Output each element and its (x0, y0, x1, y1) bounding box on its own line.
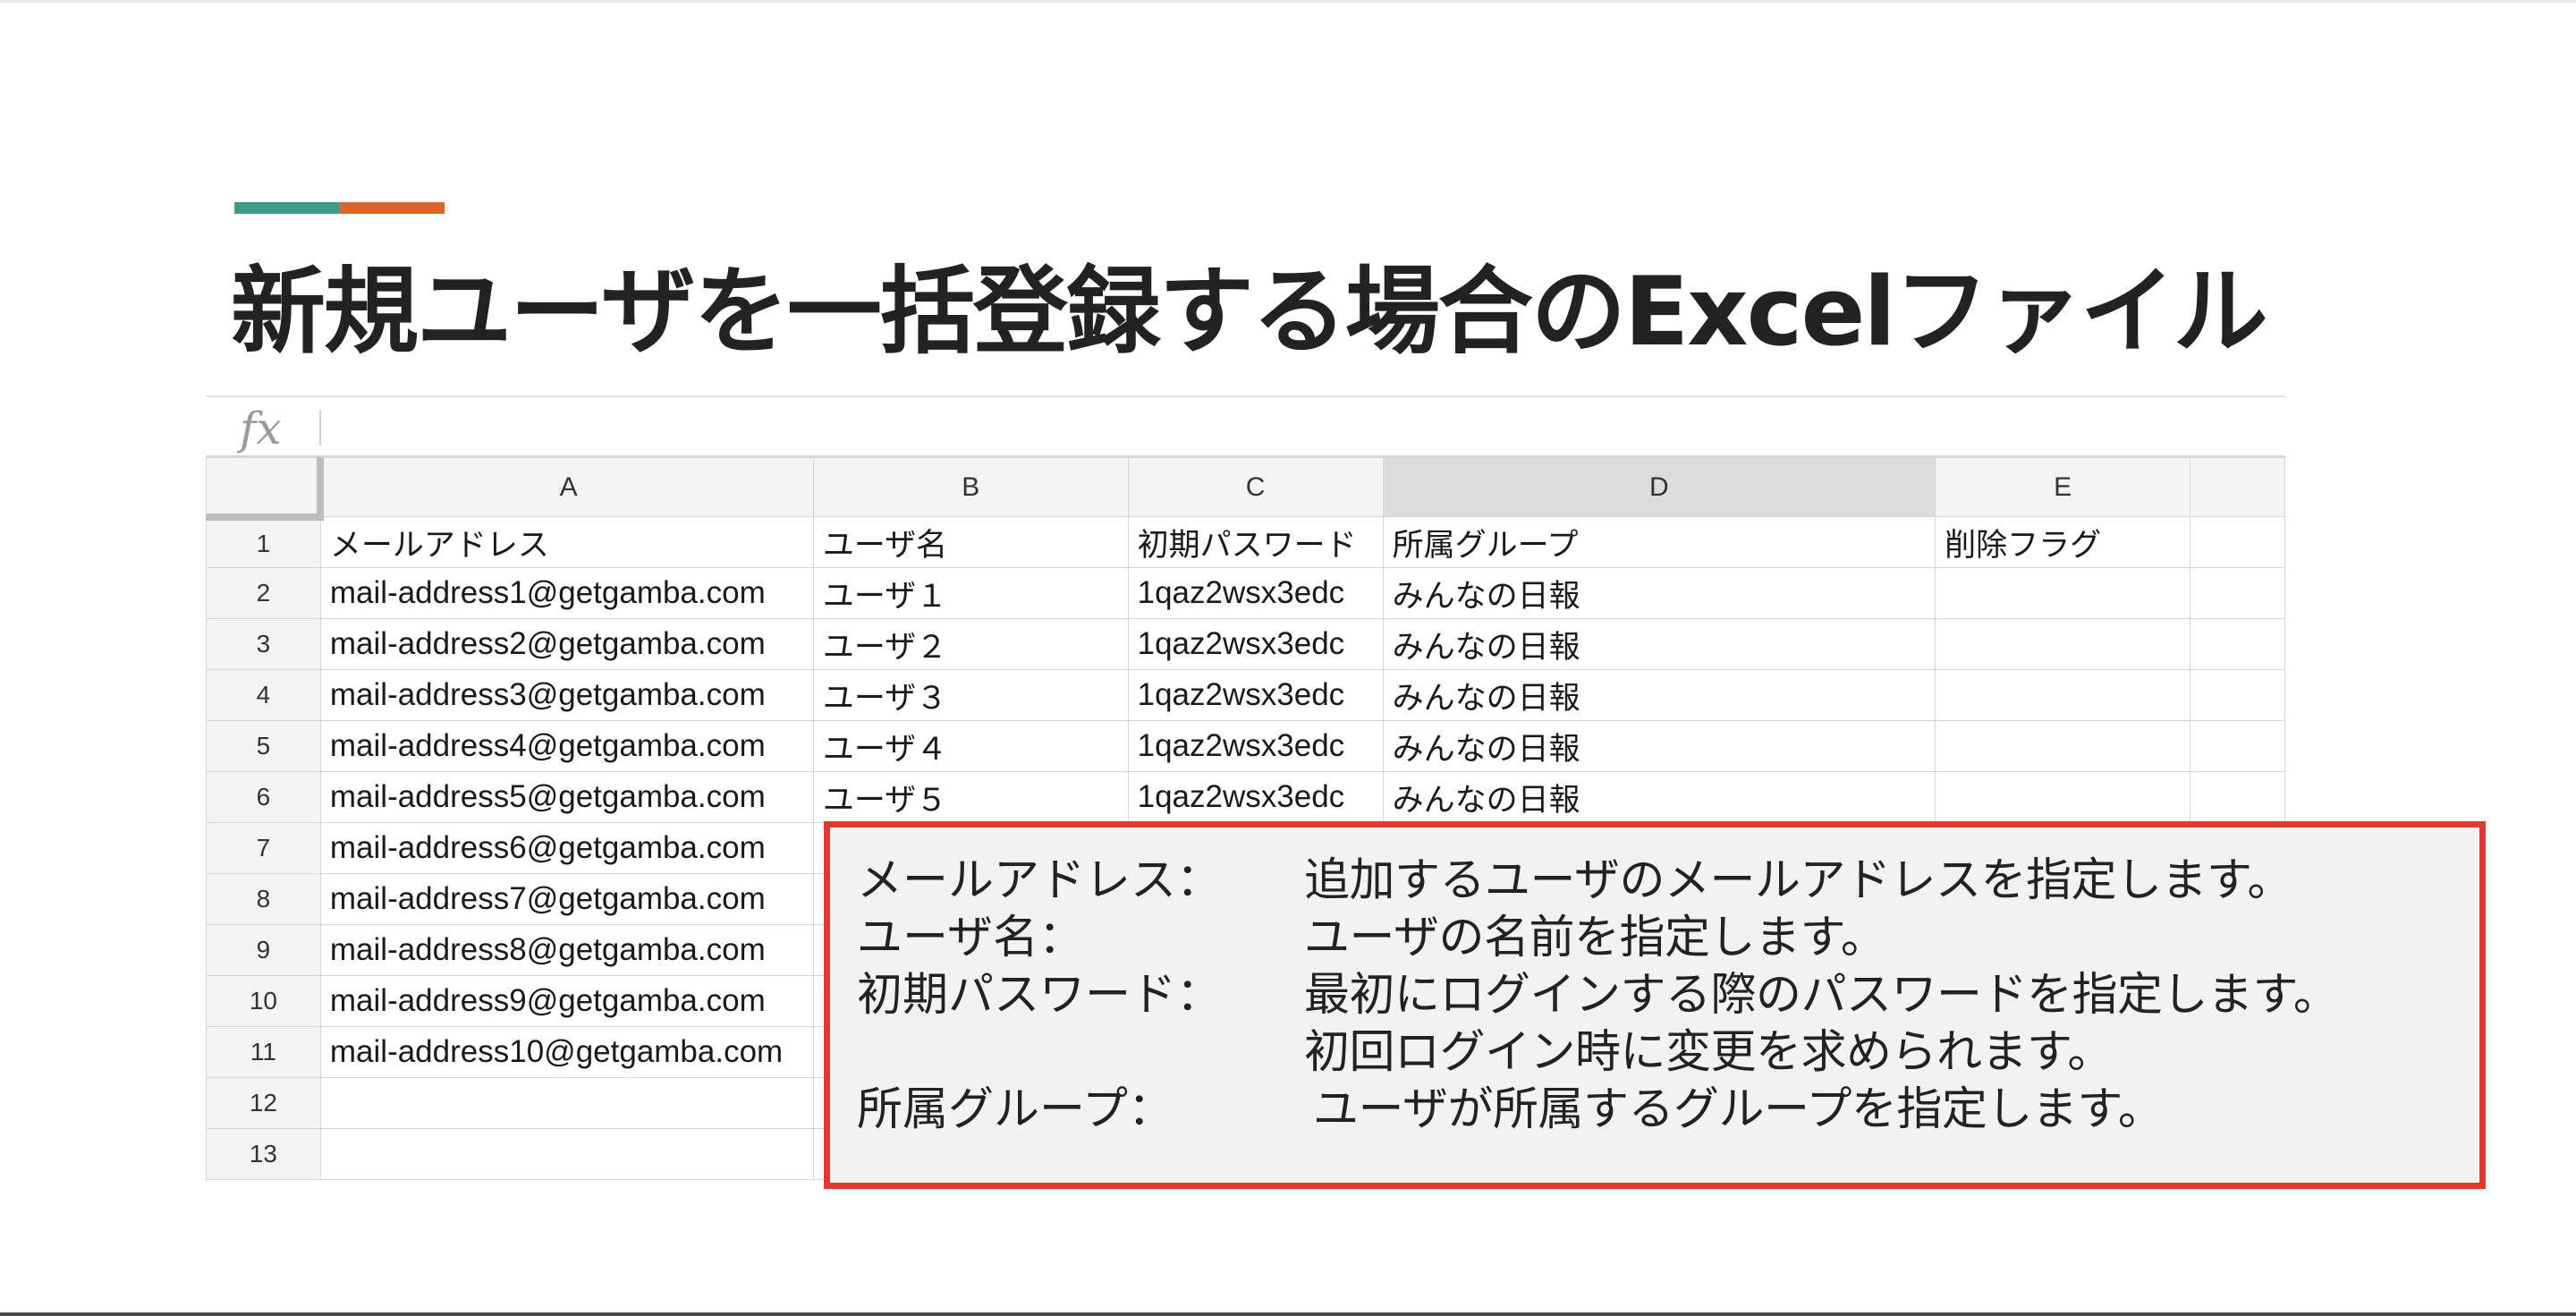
cell-e5[interactable] (1935, 720, 2191, 772)
row-header[interactable]: 7 (206, 822, 321, 874)
cell-c4[interactable]: 1qaz2wsx3edc (1127, 669, 1384, 721)
cell-a10[interactable]: mail-address9@getgamba.com (319, 975, 814, 1027)
cell-c6[interactable]: 1qaz2wsx3edc (1127, 771, 1384, 823)
cell-b1[interactable]: ユーザ名 (812, 516, 1129, 568)
column-header-e[interactable]: E (1935, 457, 2191, 517)
table-row: 6 mail-address5@getgamba.com ユーザ５ 1qaz2wsx3… (206, 771, 2285, 823)
cell-d4[interactable]: みんなの日報 (1382, 669, 1936, 721)
accent-bar-teal (234, 202, 340, 214)
row-header[interactable]: 13 (206, 1128, 321, 1180)
table-row: 2 mail-address1@getgamba.com ユーザ１ 1qaz2wsx3… (206, 567, 2285, 619)
callout-key: 所属グループ： (857, 1083, 1174, 1136)
column-header-row: A B C D E (206, 457, 2285, 521)
cell-c5[interactable]: 1qaz2wsx3edc (1127, 720, 1384, 772)
cell-a4[interactable]: mail-address3@getgamba.com (319, 669, 814, 721)
cell-f6[interactable] (2190, 771, 2285, 823)
cell-e6[interactable] (1935, 771, 2191, 823)
cell-f5[interactable] (2190, 720, 2285, 772)
row-header[interactable]: 9 (206, 924, 321, 976)
row-header[interactable]: 4 (206, 669, 321, 721)
callout-value: ユーザが所属するグループを指定します。 (1313, 1083, 2164, 1136)
cell-b2[interactable]: ユーザ１ (812, 567, 1129, 619)
accent-bar-orange (340, 202, 445, 214)
top-border (0, 0, 2576, 3)
table-row: 1 メールアドレス ユーザ名 初期パスワード 所属グループ 削除フラグ (206, 516, 2285, 568)
cell-c2[interactable]: 1qaz2wsx3edc (1127, 567, 1384, 619)
cell-b4[interactable]: ユーザ３ (812, 669, 1129, 721)
column-header-b[interactable]: B (812, 457, 1129, 517)
cell-a3[interactable]: mail-address2@getgamba.com (319, 618, 814, 670)
callout-key: ユーザ名： (857, 912, 1084, 964)
select-all-corner[interactable] (206, 457, 325, 521)
table-row: 5 mail-address4@getgamba.com ユーザ４ 1qaz2wsx3… (206, 720, 2285, 772)
cell-f2[interactable] (2190, 567, 2285, 619)
cell-e1[interactable]: 削除フラグ (1935, 516, 2191, 568)
formula-bar: fx (206, 395, 2285, 457)
row-header[interactable]: 3 (206, 618, 321, 670)
cell-e3[interactable] (1935, 618, 2191, 670)
cell-b3[interactable]: ユーザ２ (812, 618, 1129, 670)
callout-value: ユーザの名前を指定します。 (1304, 912, 1886, 964)
row-header[interactable]: 10 (206, 975, 321, 1027)
table-row: 3 mail-address2@getgamba.com ユーザ２ 1qaz2wsx3… (206, 618, 2285, 670)
cell-b6[interactable]: ユーザ５ (812, 771, 1129, 823)
cell-c1[interactable]: 初期パスワード (1127, 516, 1384, 568)
slide: 新規ユーザを一括登録する場合のExcelファイル fx A B C D E 1 … (0, 0, 2576, 1316)
cell-b5[interactable]: ユーザ４ (812, 720, 1129, 772)
cell-a8[interactable]: mail-address7@getgamba.com (319, 873, 814, 925)
cell-a11[interactable]: mail-address10@getgamba.com (319, 1026, 814, 1078)
cell-f3[interactable] (2190, 618, 2285, 670)
cell-d5[interactable]: みんなの日報 (1382, 720, 1936, 772)
cell-d6[interactable]: みんなの日報 (1382, 771, 1936, 823)
callout-value: 追加するユーザのメールアドレスを指定します。 (1304, 854, 2292, 907)
bottom-border (0, 1312, 2576, 1316)
cell-a13[interactable] (319, 1128, 814, 1180)
column-header-c[interactable]: C (1127, 457, 1384, 517)
fx-icon: fx (240, 403, 282, 454)
callout-key: 初期パスワード： (857, 969, 1223, 1022)
formula-input[interactable] (331, 403, 2254, 453)
cell-c3[interactable]: 1qaz2wsx3edc (1127, 618, 1384, 670)
cell-a5[interactable]: mail-address4@getgamba.com (319, 720, 814, 772)
callout-value: 初回ログイン時に変更を求められます。 (1304, 1026, 2113, 1079)
callout-key: メールアドレス： (857, 854, 1223, 907)
explanation-callout: メールアドレス： 追加するユーザのメールアドレスを指定します。 ユーザ名： ユー… (824, 821, 2486, 1189)
cell-e2[interactable] (1935, 567, 2191, 619)
cell-a1[interactable]: メールアドレス (319, 516, 814, 568)
cell-a2[interactable]: mail-address1@getgamba.com (319, 567, 814, 619)
cell-d2[interactable]: みんなの日報 (1382, 567, 1936, 619)
formula-bar-divider (319, 410, 321, 446)
slide-title: 新規ユーザを一括登録する場合のExcelファイル (231, 257, 2268, 367)
cell-a6[interactable]: mail-address5@getgamba.com (319, 771, 814, 823)
table-row: 4 mail-address3@getgamba.com ユーザ３ 1qaz2wsx3… (206, 669, 2285, 721)
cell-d3[interactable]: みんなの日報 (1382, 618, 1936, 670)
column-header-a[interactable]: A (319, 457, 814, 517)
cell-a12[interactable] (319, 1077, 814, 1129)
row-header[interactable]: 12 (206, 1077, 321, 1129)
cell-f4[interactable] (2190, 669, 2285, 721)
column-header-d[interactable]: D (1382, 457, 1936, 517)
cell-d1[interactable]: 所属グループ (1382, 516, 1936, 568)
cell-a7[interactable]: mail-address6@getgamba.com (319, 822, 814, 874)
cell-a9[interactable]: mail-address8@getgamba.com (319, 924, 814, 976)
column-header-f[interactable] (2190, 457, 2285, 517)
row-header[interactable]: 2 (206, 567, 321, 619)
row-header[interactable]: 5 (206, 720, 321, 772)
callout-value: 最初にログインする際のパスワードを指定します。 (1304, 969, 2339, 1022)
cell-e4[interactable] (1935, 669, 2191, 721)
row-header[interactable]: 8 (206, 873, 321, 925)
cell-f1[interactable] (2190, 516, 2285, 568)
row-header[interactable]: 11 (206, 1026, 321, 1078)
row-header[interactable]: 6 (206, 771, 321, 823)
row-header[interactable]: 1 (206, 516, 321, 568)
